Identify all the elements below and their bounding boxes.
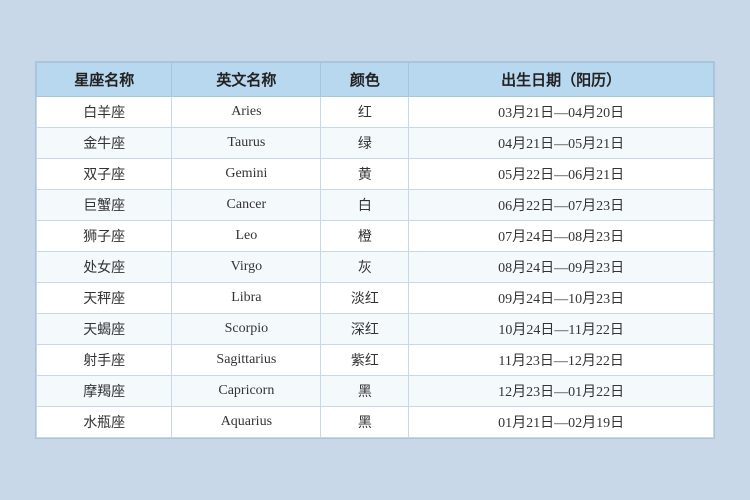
cell-date: 01月21日—02月19日 [409,407,714,438]
cell-color: 白 [321,190,409,221]
cell-english: Taurus [172,128,321,159]
zodiac-table: 星座名称 英文名称 颜色 出生日期（阳历） 白羊座Aries红03月21日—04… [36,62,714,438]
cell-english: Scorpio [172,314,321,345]
cell-english: Gemini [172,159,321,190]
header-chinese: 星座名称 [37,63,172,97]
header-english: 英文名称 [172,63,321,97]
table-row: 白羊座Aries红03月21日—04月20日 [37,97,714,128]
cell-color: 深红 [321,314,409,345]
cell-date: 07月24日—08月23日 [409,221,714,252]
cell-english: Sagittarius [172,345,321,376]
cell-english: Capricorn [172,376,321,407]
cell-date: 12月23日—01月22日 [409,376,714,407]
cell-chinese: 摩羯座 [37,376,172,407]
cell-chinese: 天秤座 [37,283,172,314]
cell-date: 05月22日—06月21日 [409,159,714,190]
cell-color: 黑 [321,376,409,407]
cell-color: 灰 [321,252,409,283]
cell-date: 04月21日—05月21日 [409,128,714,159]
cell-color: 黑 [321,407,409,438]
cell-english: Aquarius [172,407,321,438]
cell-chinese: 巨蟹座 [37,190,172,221]
table-row: 水瓶座Aquarius黑01月21日—02月19日 [37,407,714,438]
cell-date: 03月21日—04月20日 [409,97,714,128]
cell-chinese: 水瓶座 [37,407,172,438]
cell-color: 红 [321,97,409,128]
table-row: 巨蟹座Cancer白06月22日—07月23日 [37,190,714,221]
header-color: 颜色 [321,63,409,97]
cell-chinese: 金牛座 [37,128,172,159]
cell-english: Libra [172,283,321,314]
table-row: 摩羯座Capricorn黑12月23日—01月22日 [37,376,714,407]
header-date: 出生日期（阳历） [409,63,714,97]
table-row: 双子座Gemini黄05月22日—06月21日 [37,159,714,190]
cell-date: 09月24日—10月23日 [409,283,714,314]
table-row: 金牛座Taurus绿04月21日—05月21日 [37,128,714,159]
cell-color: 黄 [321,159,409,190]
zodiac-table-container: 星座名称 英文名称 颜色 出生日期（阳历） 白羊座Aries红03月21日—04… [35,61,715,439]
table-row: 处女座Virgo灰08月24日—09月23日 [37,252,714,283]
cell-english: Cancer [172,190,321,221]
cell-chinese: 天蝎座 [37,314,172,345]
table-row: 天秤座Libra淡红09月24日—10月23日 [37,283,714,314]
cell-date: 06月22日—07月23日 [409,190,714,221]
cell-chinese: 射手座 [37,345,172,376]
table-body: 白羊座Aries红03月21日—04月20日金牛座Taurus绿04月21日—0… [37,97,714,438]
table-header-row: 星座名称 英文名称 颜色 出生日期（阳历） [37,63,714,97]
table-row: 天蝎座Scorpio深红10月24日—11月22日 [37,314,714,345]
cell-color: 淡红 [321,283,409,314]
cell-date: 08月24日—09月23日 [409,252,714,283]
cell-english: Virgo [172,252,321,283]
cell-date: 11月23日—12月22日 [409,345,714,376]
cell-date: 10月24日—11月22日 [409,314,714,345]
cell-color: 紫红 [321,345,409,376]
table-row: 射手座Sagittarius紫红11月23日—12月22日 [37,345,714,376]
cell-color: 橙 [321,221,409,252]
cell-chinese: 处女座 [37,252,172,283]
cell-chinese: 双子座 [37,159,172,190]
cell-english: Leo [172,221,321,252]
cell-chinese: 白羊座 [37,97,172,128]
cell-chinese: 狮子座 [37,221,172,252]
cell-english: Aries [172,97,321,128]
table-row: 狮子座Leo橙07月24日—08月23日 [37,221,714,252]
cell-color: 绿 [321,128,409,159]
